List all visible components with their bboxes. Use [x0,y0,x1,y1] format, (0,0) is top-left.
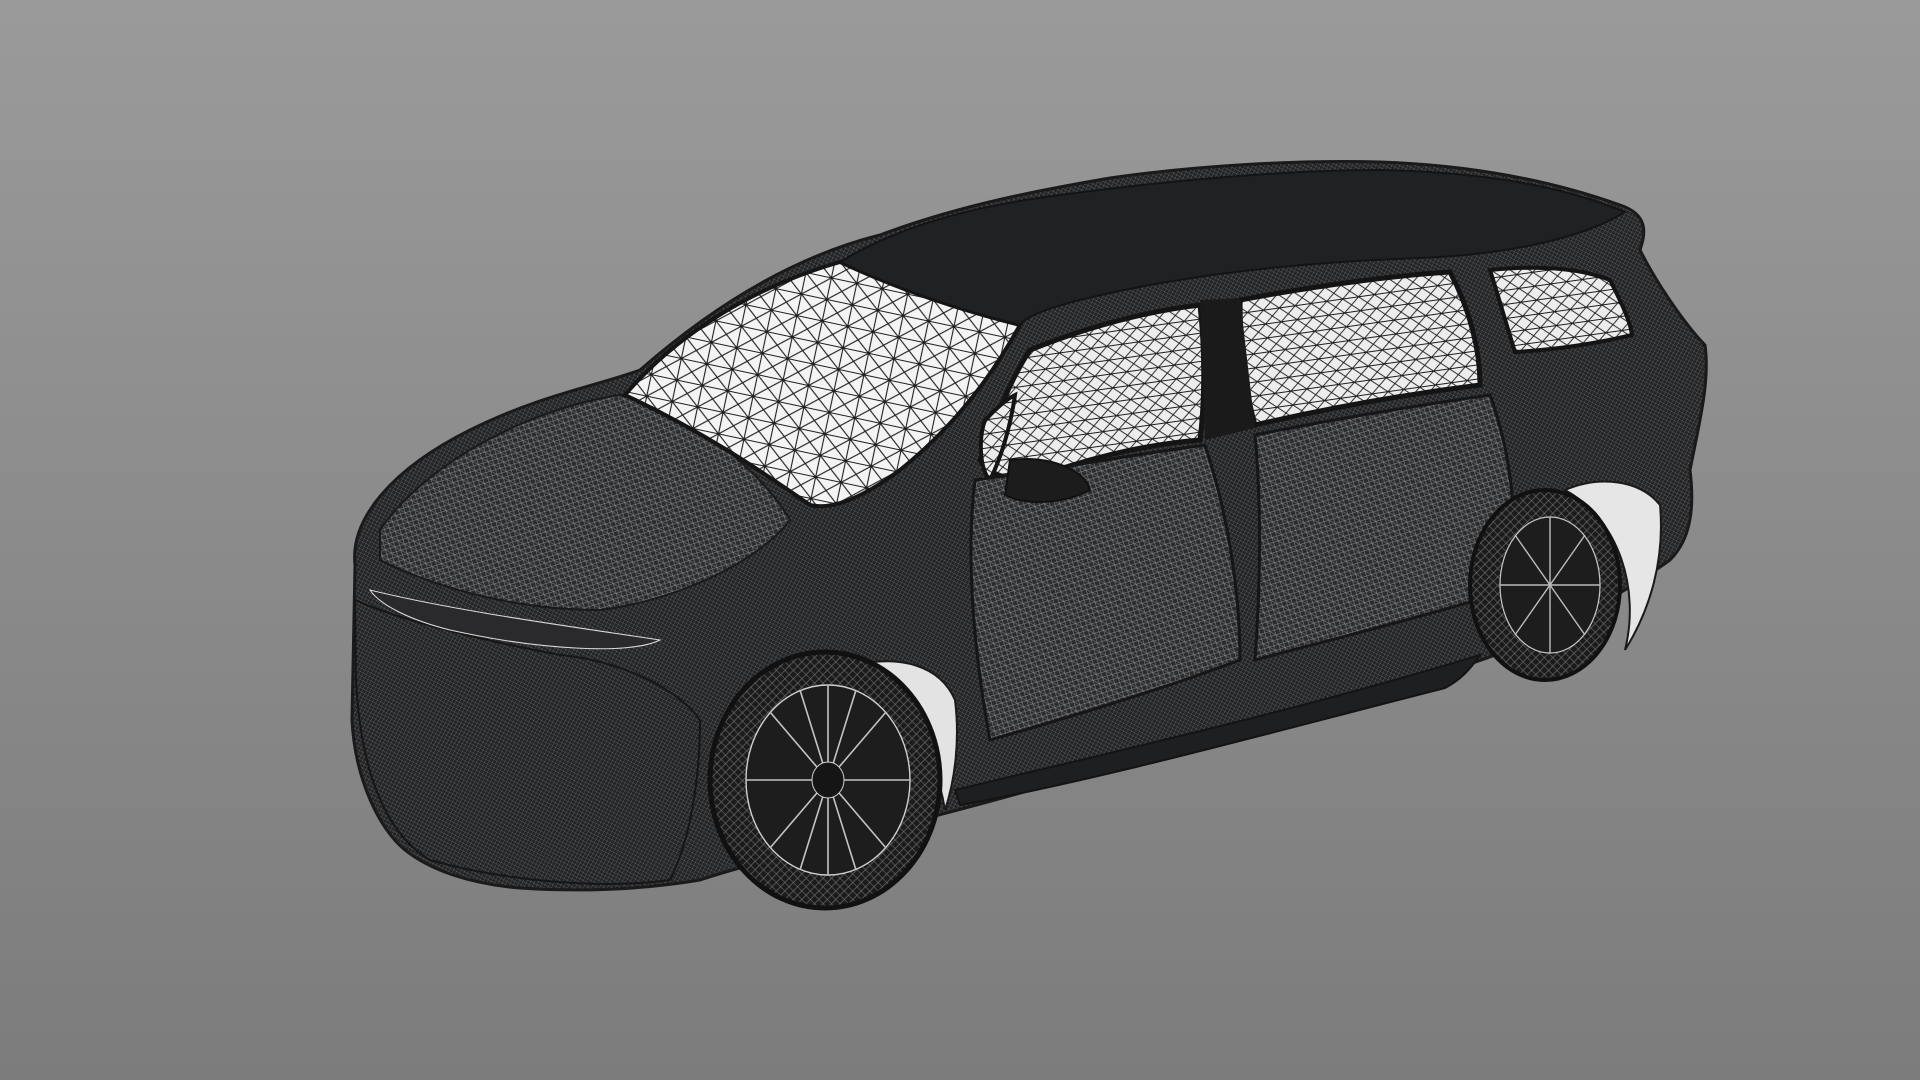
car-rear-quarter-window [1487,265,1635,355]
wireframe-car-model[interactable] [0,0,1920,1080]
car-rear-wheel [1468,488,1622,682]
3d-viewport[interactable] [0,0,1920,1080]
car-front-wheel [707,649,943,911]
